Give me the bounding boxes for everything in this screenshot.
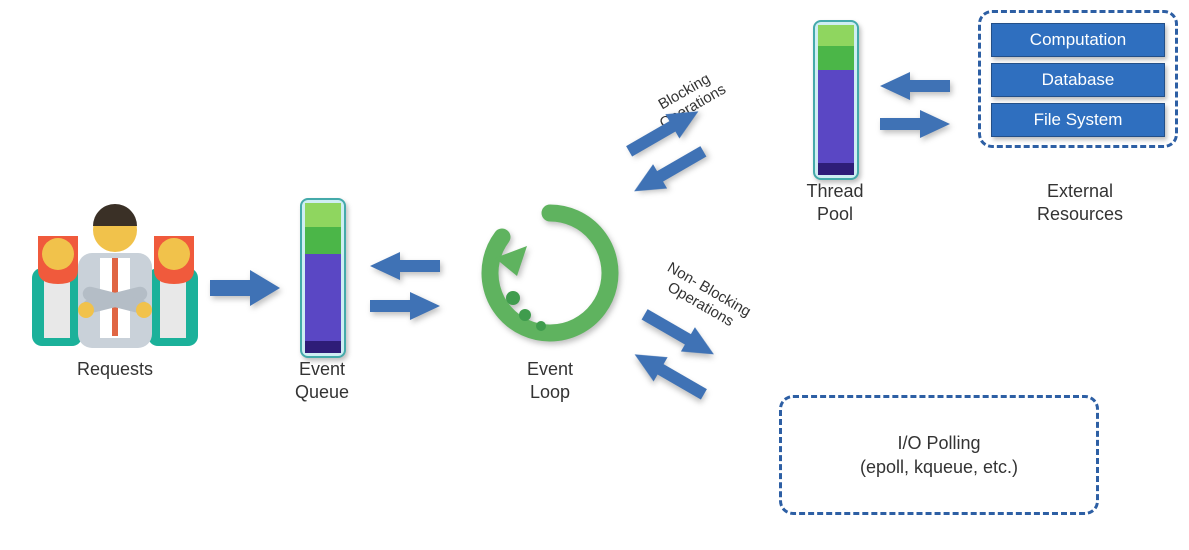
external-resources-label-line: External <box>1047 181 1113 201</box>
io-polling-line: I/O Polling <box>897 433 980 453</box>
event-loop-label-line: Loop <box>530 382 570 402</box>
thread-pool-label-line: Thread <box>806 181 863 201</box>
event-loop-label: Event Loop <box>500 358 600 403</box>
thread-pool-icon <box>813 20 859 180</box>
io-polling-line: (epoll, kqueue, etc.) <box>860 457 1018 477</box>
arrow-right-icon <box>370 290 440 327</box>
event-loop-icon <box>475 198 625 348</box>
external-resource-item: Database <box>991 63 1165 97</box>
queue-segment <box>305 203 341 227</box>
arrow-left-icon <box>880 70 950 107</box>
event-queue-label-line: Queue <box>295 382 349 402</box>
external-resources-label-line: Resources <box>1037 204 1123 224</box>
io-polling-text: I/O Polling (epoll, kqueue, etc.) <box>860 431 1018 480</box>
requests-label: Requests <box>55 358 175 381</box>
pool-segment <box>818 70 854 163</box>
external-resources-box: Computation Database File System <box>978 10 1178 148</box>
event-queue-label-line: Event <box>299 359 345 379</box>
event-queue-icon <box>300 198 346 358</box>
pool-segment <box>818 163 854 175</box>
thread-pool-label: Thread Pool <box>785 180 885 225</box>
pool-segment <box>818 25 854 46</box>
users-icon <box>30 198 200 348</box>
arrow-right-icon <box>210 268 280 313</box>
arrow-right-icon <box>880 108 950 145</box>
external-resources-label: External Resources <box>1000 180 1160 225</box>
external-resource-item: File System <box>991 103 1165 137</box>
external-resource-item: Computation <box>991 23 1165 57</box>
event-queue-label: Event Queue <box>272 358 372 403</box>
queue-segment <box>305 254 341 341</box>
queue-segment <box>305 227 341 254</box>
arrow-left-icon <box>370 250 440 287</box>
pool-segment <box>818 46 854 70</box>
event-loop-label-line: Event <box>527 359 573 379</box>
thread-pool-label-line: Pool <box>817 204 853 224</box>
io-polling-box: I/O Polling (epoll, kqueue, etc.) <box>779 395 1099 515</box>
queue-segment <box>305 341 341 353</box>
event-loop-diagram: Requests Event Queue <box>0 0 1189 550</box>
